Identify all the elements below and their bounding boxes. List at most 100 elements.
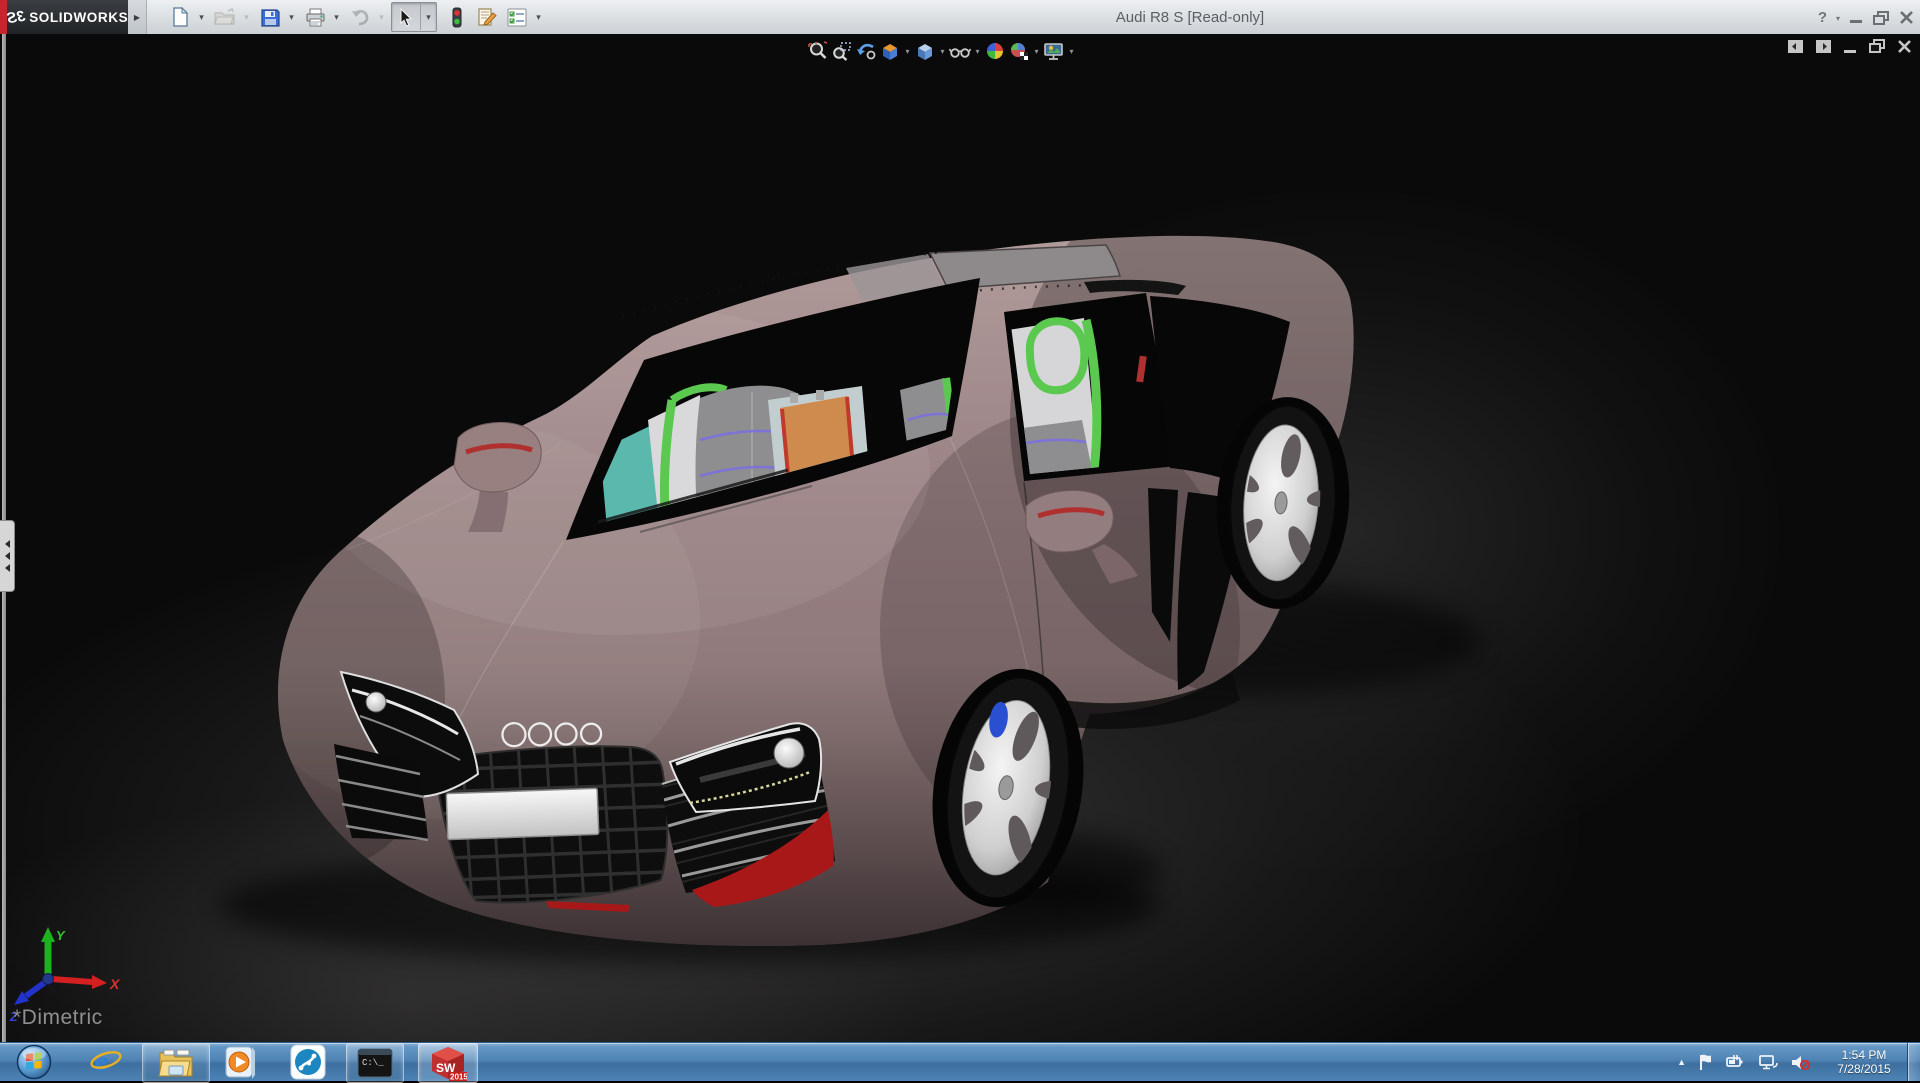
section-view-button[interactable]: [878, 38, 902, 64]
section-view-caret[interactable]: [902, 38, 913, 64]
chevron-left-icon: [5, 564, 10, 572]
new-document-button[interactable]: [166, 4, 194, 30]
rebuild-button[interactable]: [443, 4, 471, 30]
taskbar-network-app[interactable]: [284, 1043, 332, 1081]
edit-appearance-icon: [1009, 41, 1029, 61]
taskbar-media-player[interactable]: [218, 1043, 262, 1081]
floor-glow-right: [900, 190, 1780, 870]
doc-minimize-button[interactable]: [1843, 40, 1858, 54]
undo-caret[interactable]: [374, 4, 389, 30]
previous-view-button[interactable]: [854, 38, 878, 64]
taskbar-windows-explorer[interactable]: [142, 1043, 210, 1083]
doc-restore-button[interactable]: [1869, 39, 1886, 54]
tray-expand-icon[interactable]: ▲: [1677, 1057, 1686, 1067]
select-tool-button[interactable]: [392, 4, 420, 30]
select-tool-caret[interactable]: [420, 4, 436, 30]
windows-taskbar: e: [0, 1042, 1920, 1081]
printer-icon: [305, 8, 326, 27]
close-button[interactable]: [1899, 10, 1914, 25]
window-controls: ?: [1818, 0, 1914, 34]
apply-scene-caret[interactable]: [1066, 38, 1077, 64]
triad-x-label: X: [109, 976, 121, 992]
system-tray: ▲ 1:54 PM 7/28/2015: [1677, 1043, 1906, 1081]
dock-left-button[interactable]: [1787, 39, 1804, 54]
undo-button[interactable]: [346, 4, 374, 30]
show-desktop-button[interactable]: [1907, 1043, 1920, 1081]
view-orientation-label: *Dimetric: [13, 1006, 103, 1030]
taskbar-command-prompt[interactable]: C:\_: [346, 1043, 404, 1083]
view-orientation-caret[interactable]: [937, 38, 948, 64]
graphics-viewport[interactable]: Y X Z *Dimetric: [0, 34, 1920, 1042]
print-button[interactable]: [301, 4, 329, 30]
start-button[interactable]: [8, 1043, 60, 1081]
solidworks-logo: 3S SOLIDWORKS: [7, 0, 128, 34]
hide-show-items-button[interactable]: [983, 38, 1007, 64]
taskbar-solidworks[interactable]: SW 2015: [418, 1043, 478, 1083]
zoom-to-fit-button[interactable]: [806, 38, 830, 64]
new-document-icon: [171, 7, 190, 27]
network-app-icon: [290, 1044, 326, 1080]
options-caret[interactable]: [531, 4, 546, 30]
apply-scene-button[interactable]: [1042, 38, 1066, 64]
open-document-caret[interactable]: [239, 4, 254, 30]
open-document-button[interactable]: [211, 4, 239, 30]
file-properties-button[interactable]: [473, 4, 501, 30]
zoom-to-fit-icon: [808, 41, 828, 61]
power-battery-icon[interactable]: [1726, 1054, 1746, 1070]
taskbar-clock[interactable]: 1:54 PM 7/28/2015: [1822, 1048, 1906, 1076]
restore-button[interactable]: [1873, 10, 1890, 25]
section-view-icon: [880, 41, 900, 61]
apply-scene-monitor-icon: [1043, 41, 1065, 61]
display-style-button[interactable]: [948, 38, 972, 64]
title-bar: 3S SOLIDWORKS ▶: [0, 0, 1920, 35]
help-button[interactable]: ?: [1818, 9, 1827, 26]
feature-tree-flyout-tab[interactable]: [0, 520, 15, 592]
open-folder-icon: [214, 8, 236, 26]
save-floppy-icon: [261, 8, 280, 27]
network-status-icon[interactable]: [1758, 1054, 1778, 1071]
window-title: Audi R8 S [Read-only]: [1116, 0, 1264, 34]
file-properties-icon: [477, 7, 497, 27]
save-caret[interactable]: [284, 4, 299, 30]
logo-flyout-arrow-icon[interactable]: ▶: [128, 0, 147, 34]
clock-date: 7/28/2015: [1822, 1062, 1906, 1076]
previous-view-icon: [856, 41, 876, 61]
dock-right-button[interactable]: [1815, 39, 1832, 54]
solidworks-logo-text: SOLIDWORKS: [29, 10, 128, 25]
doc-close-button[interactable]: [1897, 39, 1912, 54]
display-style-caret[interactable]: [972, 38, 983, 64]
clock-time: 1:54 PM: [1822, 1048, 1906, 1062]
headsup-view-toolbar: [806, 37, 1077, 65]
hide-show-items-icon: [985, 41, 1005, 61]
minimize-button[interactable]: [1849, 10, 1864, 24]
cmd-prompt-text: C:\_: [362, 1058, 384, 1068]
chevron-left-icon: [5, 552, 10, 560]
zoom-to-area-button[interactable]: [830, 38, 854, 64]
print-caret[interactable]: [329, 4, 344, 30]
command-prompt-icon: C:\_: [357, 1047, 393, 1079]
help-caret[interactable]: [1836, 8, 1840, 26]
display-style-glasses-icon: [949, 41, 971, 61]
save-button[interactable]: [256, 4, 284, 30]
windows-start-orb-icon: [16, 1044, 52, 1080]
options-list-icon: [507, 8, 527, 27]
select-tool-group: [391, 2, 437, 32]
document-window-controls: [1787, 39, 1912, 54]
media-player-icon: [223, 1045, 257, 1079]
traffic-light-icon: [451, 7, 463, 28]
solidworks-2015-icon: SW 2015: [429, 1045, 467, 1081]
volume-muted-icon[interactable]: [1790, 1054, 1810, 1071]
view-orientation-button[interactable]: [913, 38, 937, 64]
svg-text:e: e: [95, 1045, 108, 1078]
solidworks-logo-mark-icon: 3S: [6, 7, 27, 26]
action-center-flag-icon[interactable]: [1698, 1053, 1714, 1071]
edit-appearance-button[interactable]: [1007, 38, 1031, 64]
view-orientation-cube-icon: [915, 41, 935, 61]
new-document-caret[interactable]: [194, 4, 209, 30]
internet-explorer-icon: e: [89, 1045, 123, 1079]
triad-y-label: Y: [56, 928, 66, 943]
taskbar-internet-explorer[interactable]: e: [84, 1043, 128, 1081]
zoom-to-area-icon: [832, 41, 852, 61]
edit-appearance-caret[interactable]: [1031, 38, 1042, 64]
options-button[interactable]: [503, 4, 531, 30]
